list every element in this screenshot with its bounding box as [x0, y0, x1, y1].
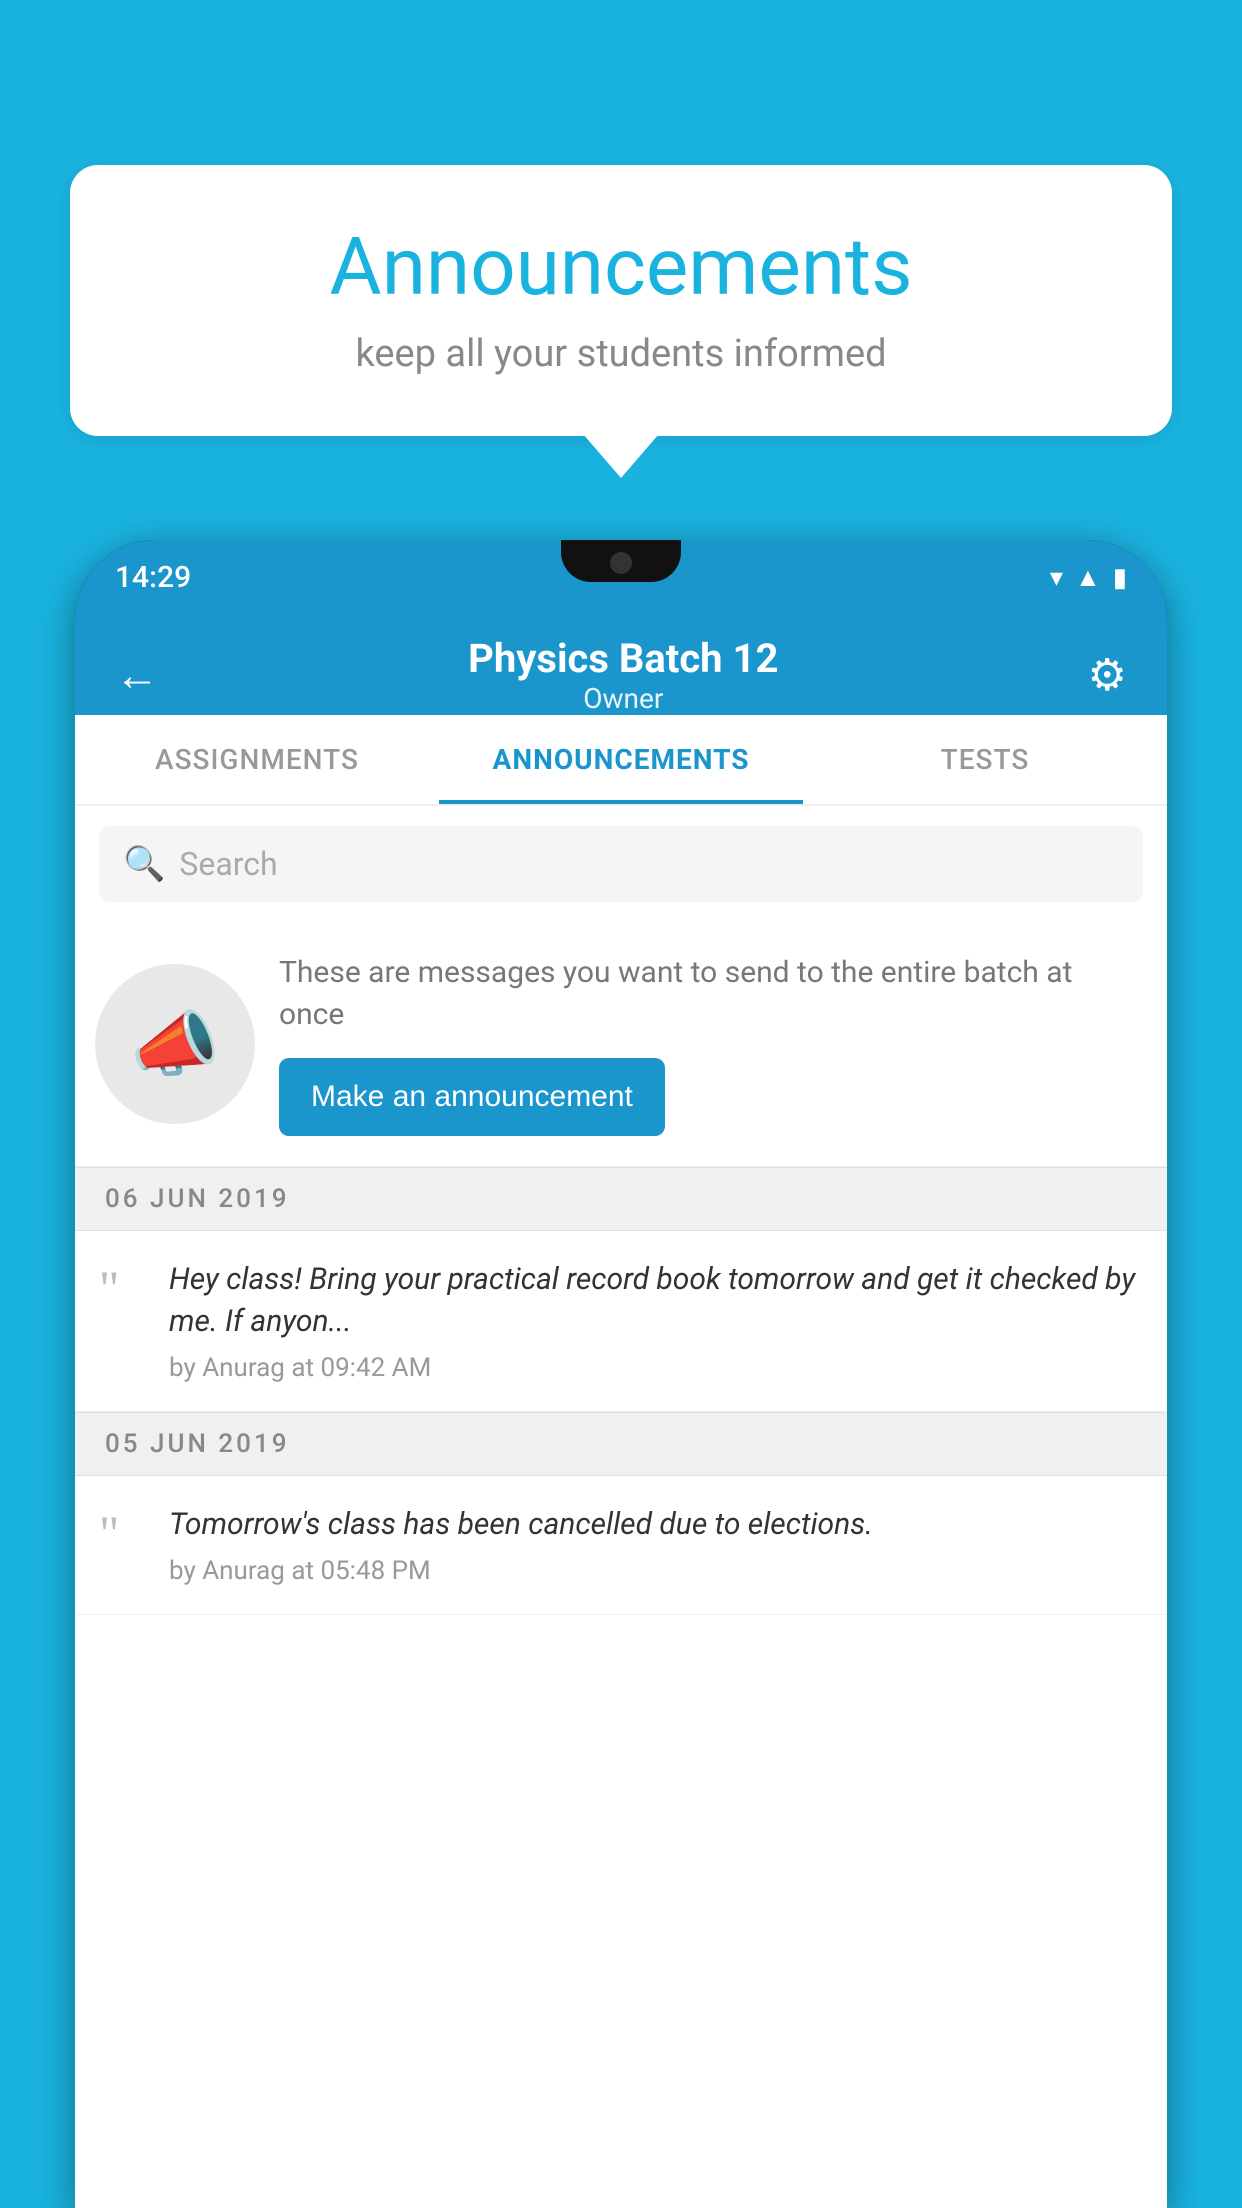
- tabs-bar: ASSIGNMENTS ANNOUNCEMENTS TESTS: [75, 715, 1167, 806]
- promo-right: These are messages you want to send to t…: [279, 952, 1137, 1136]
- tab-assignments[interactable]: ASSIGNMENTS: [75, 715, 439, 804]
- announcement-content-1: Hey class! Bring your practical record b…: [169, 1259, 1143, 1383]
- announcement-text-2: Tomorrow's class has been cancelled due …: [169, 1504, 1143, 1546]
- make-announcement-button[interactable]: Make an announcement: [279, 1058, 665, 1136]
- phone-content: 🔍 Search 📣 These are messages you want t…: [75, 806, 1167, 2208]
- header-title-area: Physics Batch 12 Owner: [159, 635, 1088, 715]
- announcement-text-1: Hey class! Bring your practical record b…: [169, 1259, 1143, 1343]
- status-bar: 14:29 ▾ ▲ ▮: [75, 540, 1167, 615]
- camera-dot: [610, 552, 632, 574]
- announcement-item-2[interactable]: " Tomorrow's class has been cancelled du…: [75, 1476, 1167, 1615]
- signal-icon: ▲: [1075, 562, 1101, 593]
- back-button[interactable]: ←: [115, 649, 159, 701]
- status-icons: ▾ ▲ ▮: [1050, 562, 1127, 593]
- search-placeholder: Search: [179, 845, 277, 883]
- notch: [561, 540, 681, 582]
- phone-frame: 14:29 ▾ ▲ ▮ ← Physics Batch 12 Owner ⚙ A…: [75, 540, 1167, 2208]
- promo-block: 📣 These are messages you want to send to…: [75, 922, 1167, 1167]
- date-separator-1: 06 JUN 2019: [75, 1167, 1167, 1231]
- tab-tests[interactable]: TESTS: [803, 715, 1167, 804]
- speech-bubble: Announcements keep all your students inf…: [70, 165, 1172, 436]
- batch-title: Physics Batch 12: [159, 635, 1088, 682]
- quote-icon-2: ": [99, 1508, 149, 1558]
- quote-icon-1: ": [99, 1263, 149, 1313]
- search-input-wrap[interactable]: 🔍 Search: [99, 826, 1143, 902]
- announcement-item-1[interactable]: " Hey class! Bring your practical record…: [75, 1231, 1167, 1412]
- megaphone-icon: 📣: [130, 1002, 220, 1087]
- announcement-meta-1: by Anurag at 09:42 AM: [169, 1353, 1143, 1383]
- batch-role: Owner: [159, 682, 1088, 715]
- bubble-title: Announcements: [130, 220, 1112, 314]
- search-icon: 🔍: [123, 844, 165, 884]
- status-time: 14:29: [115, 560, 191, 595]
- app-header: ← Physics Batch 12 Owner ⚙: [75, 615, 1167, 715]
- wifi-icon: ▾: [1050, 563, 1063, 593]
- date-separator-2: 05 JUN 2019: [75, 1412, 1167, 1476]
- announcement-meta-2: by Anurag at 05:48 PM: [169, 1556, 1143, 1586]
- search-bar: 🔍 Search: [75, 806, 1167, 922]
- bubble-subtitle: keep all your students informed: [130, 332, 1112, 376]
- promo-text: These are messages you want to send to t…: [279, 952, 1137, 1036]
- announcement-content-2: Tomorrow's class has been cancelled due …: [169, 1504, 1143, 1586]
- settings-icon[interactable]: ⚙: [1088, 649, 1127, 701]
- promo-icon-circle: 📣: [95, 964, 255, 1124]
- tab-announcements[interactable]: ANNOUNCEMENTS: [439, 715, 803, 804]
- battery-icon: ▮: [1113, 563, 1127, 593]
